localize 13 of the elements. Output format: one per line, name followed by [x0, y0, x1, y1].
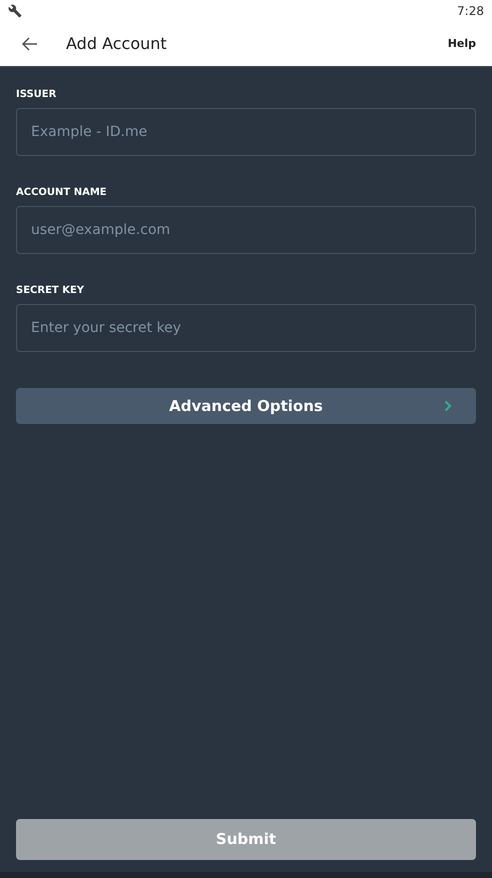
chevron-right-icon — [444, 400, 452, 412]
screen-title: Add Account — [66, 33, 167, 55]
help-button[interactable]: Help — [448, 36, 476, 52]
advanced-options-button[interactable]: Advanced Options — [16, 388, 476, 424]
field-label: ISSUER — [16, 88, 56, 102]
field-label: ACCOUNT NAME — [16, 186, 107, 200]
field-label: SECRET KEY — [16, 284, 84, 298]
input-field[interactable]: Example - ID.me — [16, 108, 476, 156]
status-time: 7:28 — [457, 3, 484, 20]
input-field[interactable]: user@example.com — [16, 206, 476, 254]
wrench-icon — [8, 4, 22, 18]
input-field[interactable]: Enter your secret key — [16, 304, 476, 352]
back-arrow-icon — [22, 37, 38, 51]
